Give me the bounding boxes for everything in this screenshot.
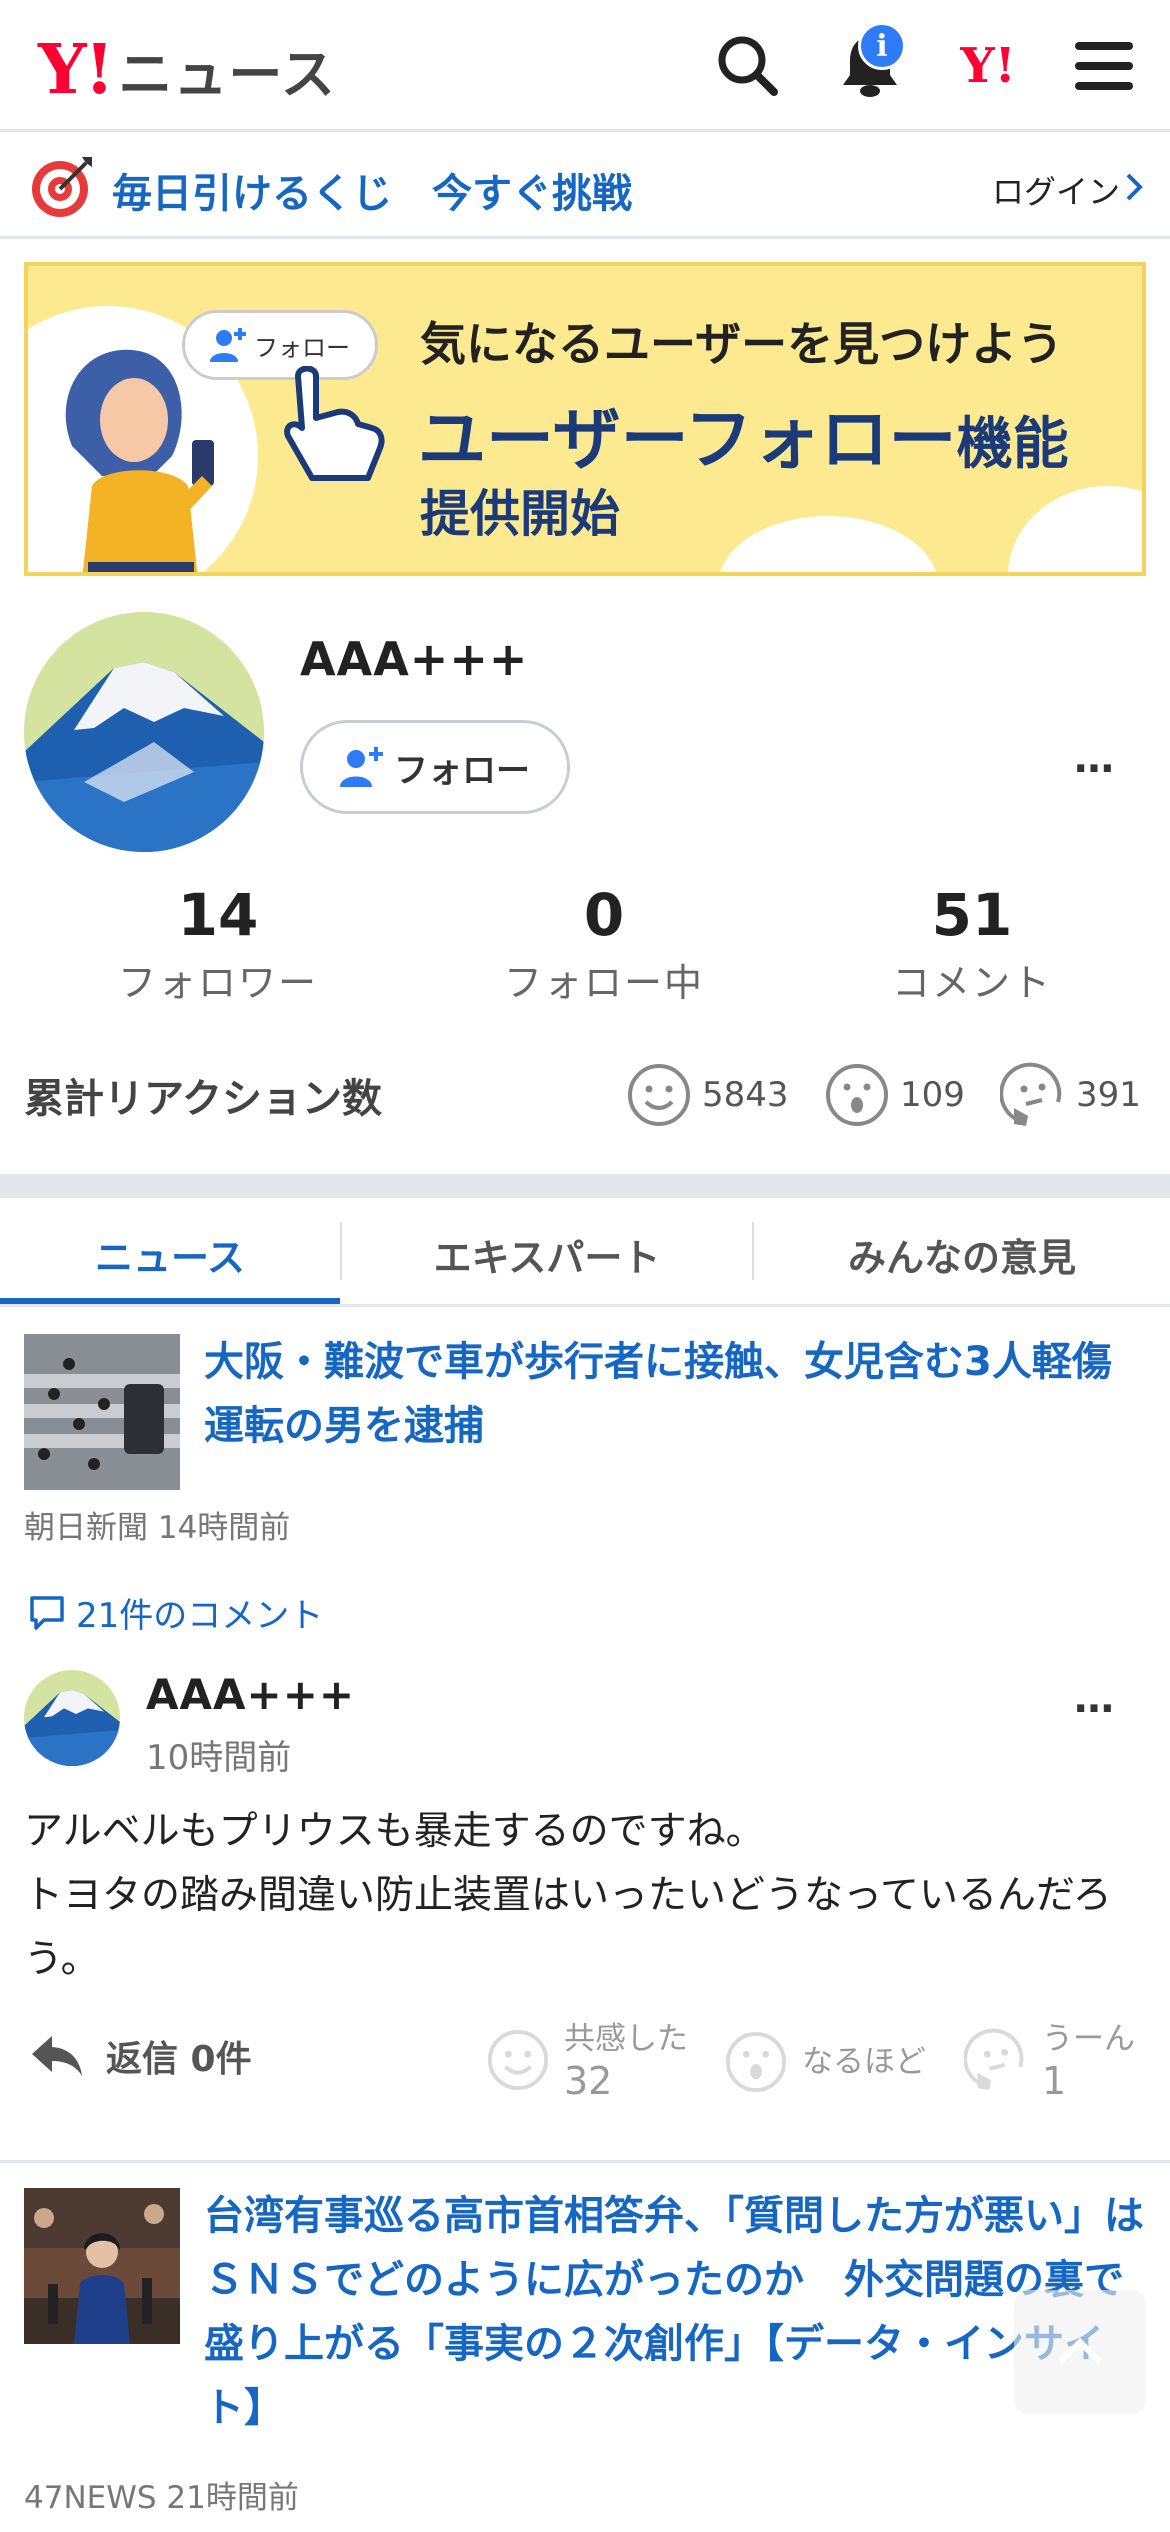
profile-avatar	[24, 612, 264, 852]
tab-news[interactable]: ニュース	[0, 1200, 340, 1308]
comments-count: 51	[931, 881, 1013, 949]
reaction-naruhodo-count: 109	[900, 1075, 965, 1115]
search-icon	[718, 36, 778, 96]
followers-stat[interactable]: 14 フォロワー	[98, 881, 338, 1007]
mountain-avatar-image	[24, 612, 264, 852]
comments-label: コメント	[891, 960, 1052, 1005]
notification-badge: i	[858, 22, 906, 70]
banner-pill-label: フォロー	[254, 333, 350, 362]
banner-decor-circle	[1008, 486, 1142, 572]
add-person-icon	[210, 328, 246, 362]
reaction-uun-count: 391	[1076, 1075, 1141, 1115]
naruhodo-label: なるほど	[802, 2044, 926, 2080]
add-person-icon	[340, 747, 383, 787]
menu-button[interactable]	[1066, 28, 1142, 104]
surprised-face-icon	[826, 1064, 888, 1126]
notifications-button[interactable]: i	[832, 22, 908, 104]
followers-count: 14	[177, 881, 259, 949]
uun-count: 1	[1042, 2059, 1067, 2103]
comment-time: 10時間前	[146, 1738, 292, 1778]
empathy-reaction-button[interactable]: 共感した 32	[486, 2018, 688, 2102]
chevron-up-icon	[1057, 2337, 1103, 2365]
naruhodo-reaction-button[interactable]: なるほど	[724, 2030, 926, 2094]
reply-button[interactable]: 返信 0件	[30, 2030, 252, 2082]
commenter-avatar[interactable]	[24, 1670, 120, 1766]
comments-link[interactable]: 21件のコメント	[28, 1588, 323, 1637]
profile-username: AAA+++	[300, 632, 529, 686]
banner-decor-circle	[718, 516, 938, 572]
total-reactions-title: 累計リアクション数	[24, 1076, 382, 1122]
followers-label: フォロワー	[117, 960, 318, 1005]
article-divider	[0, 2160, 1170, 2163]
comment-bubble-icon	[30, 1595, 64, 1630]
reaction-empathy-total: 5843	[626, 1062, 789, 1128]
parliament-photo	[24, 2188, 180, 2344]
article-source-time: 朝日新聞 14時間前	[24, 1510, 291, 1546]
search-button[interactable]	[710, 28, 786, 104]
yahoo-mark-icon: Y!	[960, 38, 1016, 94]
reply-count-label: 返信 0件	[106, 2039, 252, 2080]
following-stat[interactable]: 0 フォロー中	[484, 881, 724, 1007]
banner-title-suffix: 機能	[956, 412, 1069, 477]
login-link[interactable]: ログイン	[992, 167, 1120, 213]
commenter-username[interactable]: AAA+++	[146, 1670, 355, 1719]
yahoo-news-logo[interactable]: Y! ニュース	[38, 30, 336, 109]
following-count: 0	[583, 881, 625, 949]
banner-headline: 気になるユーザーを見つけよう	[420, 317, 1064, 371]
comment-body: アルベルもプリウスも暴走するのですね。 トヨタの踏み間違い防止装置はいったいどう…	[24, 1800, 1154, 1992]
empathy-label: 共感した	[564, 2021, 688, 2057]
section-divider	[0, 1174, 1170, 1198]
comment-body-line: アルベルもプリウスも暴走するのですね。	[24, 1809, 765, 1854]
follow-button[interactable]: フォロー	[300, 720, 570, 814]
smile-face-icon	[487, 2029, 549, 2091]
banner-title-main: ユーザーフォロー	[418, 401, 957, 480]
article-title-link[interactable]: 大阪・難波で車が歩行者に接触、女児含む3人軽傷 運転の男を逮捕	[204, 1330, 1152, 1458]
uun-label: うーん	[1042, 2021, 1135, 2057]
chevron-right-icon	[1126, 173, 1143, 201]
following-label: フォロー中	[503, 960, 704, 1005]
comments-stat[interactable]: 51 コメント	[852, 881, 1092, 1007]
tab-expert[interactable]: エキスパート	[342, 1200, 752, 1308]
lottery-link[interactable]: 毎日引けるくじ 今すぐ挑戦	[112, 161, 632, 219]
reaction-uun-total: 391	[1000, 1062, 1141, 1128]
yahoo-top-link[interactable]: Y!	[950, 28, 1026, 104]
comments-link-label: 21件のコメント	[76, 1596, 324, 1636]
user-follow-banner[interactable]: フォロー 気になるユーザーを見つけよう ユーザーフォロー機能 提供開始	[24, 262, 1146, 576]
article-title-link[interactable]: 台湾有事巡る高市首相答弁、「質問した方が悪い」はＳＮＳでどのように広がったのか …	[204, 2184, 1144, 2440]
tabs-bottom-border	[0, 1304, 1170, 1307]
article-thumbnail[interactable]	[24, 1334, 180, 1490]
follow-button-label: フォロー	[394, 750, 530, 791]
news-logo-word: ニュース	[118, 43, 336, 106]
scroll-to-top-button[interactable]	[1014, 2290, 1146, 2414]
mountain-avatar-image	[24, 1670, 120, 1766]
thinking-face-icon	[1000, 1062, 1062, 1126]
empathy-count: 32	[564, 2059, 613, 2103]
tab-everyones-opinion[interactable]: みんなの意見	[754, 1200, 1170, 1308]
reply-arrow-icon	[32, 2036, 82, 2076]
target-icon	[32, 157, 92, 217]
surprised-face-icon	[725, 2031, 787, 2093]
reaction-naruhodo-total: 109	[824, 1062, 965, 1128]
banner-subtitle: 提供開始	[420, 485, 620, 543]
comment-more-button[interactable]: …	[1074, 1676, 1118, 1722]
app-header: Y! ニュース i Y!	[0, 0, 1170, 132]
lottery-bar: 毎日引けるくじ 今すぐ挑戦 ログイン	[0, 135, 1170, 239]
street-crowd-photo	[24, 1334, 180, 1490]
banner-title: ユーザーフォロー機能	[418, 384, 1069, 483]
thinking-face-icon	[964, 2028, 1024, 2091]
article-thumbnail[interactable]	[24, 2188, 180, 2344]
article-source-time: 47NEWS 21時間前	[24, 2480, 299, 2516]
comment-body-line: トヨタの踏み間違い防止装置はいったいどうなっているんだろう。	[24, 1873, 1112, 1982]
hamburger-menu-icon	[1075, 42, 1133, 90]
uun-reaction-button[interactable]: うーん 1	[964, 2018, 1135, 2102]
pointing-hand-icon	[284, 366, 385, 481]
profile-more-button[interactable]: …	[1074, 736, 1118, 782]
yahoo-logo-mark: Y!	[38, 29, 114, 110]
reaction-empathy-count: 5843	[702, 1075, 789, 1115]
smile-face-icon	[628, 1064, 690, 1126]
